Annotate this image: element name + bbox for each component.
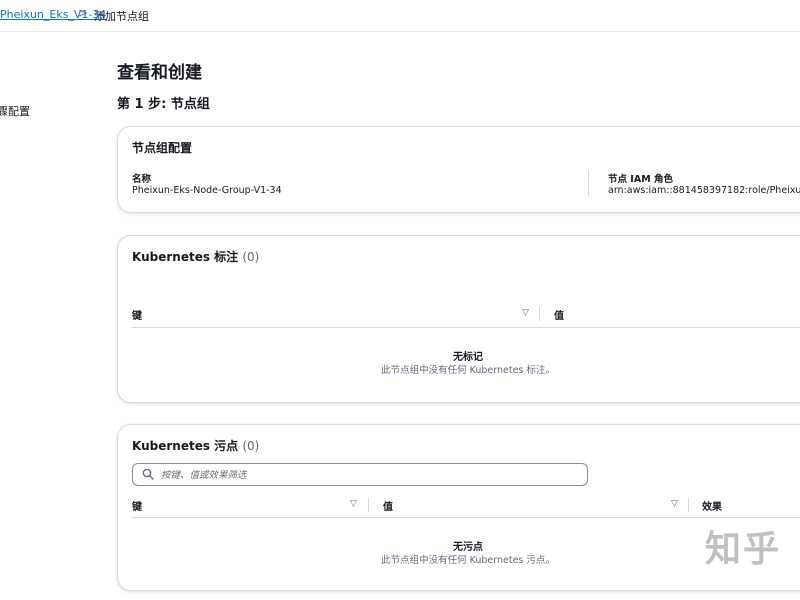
- step-title: 第 1 步: 节点组: [117, 97, 210, 112]
- name-value: Pheixun-Eks-Node-Group-V1-34: [132, 185, 282, 196]
- iam-role-value: arn:aws:iam::881458397182:role/Pheixun_: [608, 185, 800, 196]
- name-label: 名称: [132, 174, 152, 185]
- sidebar-item-configure-step[interactable]: 骤配置: [0, 103, 30, 119]
- column-header-value[interactable]: 值: [554, 307, 564, 322]
- taints-title: Kubernetes 污点: [132, 439, 239, 453]
- kubernetes-taints-card: Kubernetes 污点 (0) 键 ▽ 值 ▽ 效果 无污点 此节点组中没有…: [117, 424, 800, 591]
- sort-icon[interactable]: ▽: [671, 499, 678, 509]
- iam-role-label: 节点 IAM 角色: [608, 174, 673, 185]
- column-header-key[interactable]: 键: [132, 307, 142, 322]
- empty-state-description: 此节点组中没有任何 Kubernetes 污点。: [381, 555, 555, 566]
- empty-state-description: 此节点组中没有任何 Kubernetes 标注。: [381, 365, 555, 376]
- kubernetes-labels-card: Kubernetes 标注 (0) 键 ▽ 值 无标记 此节点组中没有任何 Ku…: [117, 235, 800, 403]
- empty-state-title: 无污点: [453, 542, 483, 553]
- chevron-right-icon: >: [78, 6, 89, 20]
- card-header: Kubernetes 污点 (0): [132, 437, 259, 454]
- page-title: 查看和创建: [117, 63, 202, 83]
- watermark-logo: 知乎: [705, 529, 782, 570]
- taints-search-input[interactable]: [159, 466, 583, 484]
- card-header: 节点组配置: [132, 141, 193, 155]
- search-icon: [142, 468, 154, 480]
- table-header-divider: [132, 327, 800, 328]
- labels-title: Kubernetes 标注: [132, 250, 239, 264]
- labels-count: (0): [242, 250, 260, 264]
- column-divider[interactable]: [688, 498, 689, 512]
- column-divider[interactable]: [368, 498, 369, 512]
- sort-icon[interactable]: ▽: [350, 499, 357, 509]
- sort-icon[interactable]: ▽: [522, 308, 529, 318]
- column-header-key[interactable]: 键: [132, 498, 142, 513]
- column-header-effect[interactable]: 效果: [702, 498, 722, 513]
- breadcrumb: Pheixun_Eks_V1-34 > 添加节点组: [0, 0, 800, 32]
- empty-state-title: 无标记: [453, 352, 483, 363]
- breadcrumb-current: 添加节点组: [94, 10, 149, 23]
- taints-count: (0): [242, 439, 260, 453]
- breadcrumb-cluster-link[interactable]: Pheixun_Eks_V1-34: [0, 8, 106, 21]
- node-group-config-card: 节点组配置 名称 Pheixun-Eks-Node-Group-V1-34 节点…: [117, 126, 800, 213]
- column-divider[interactable]: [539, 307, 540, 321]
- table-header-divider: [132, 517, 800, 518]
- card-header: Kubernetes 标注 (0): [132, 248, 259, 265]
- divider: [588, 170, 589, 196]
- taints-filter[interactable]: [132, 463, 588, 486]
- column-header-value[interactable]: 值: [383, 498, 393, 513]
